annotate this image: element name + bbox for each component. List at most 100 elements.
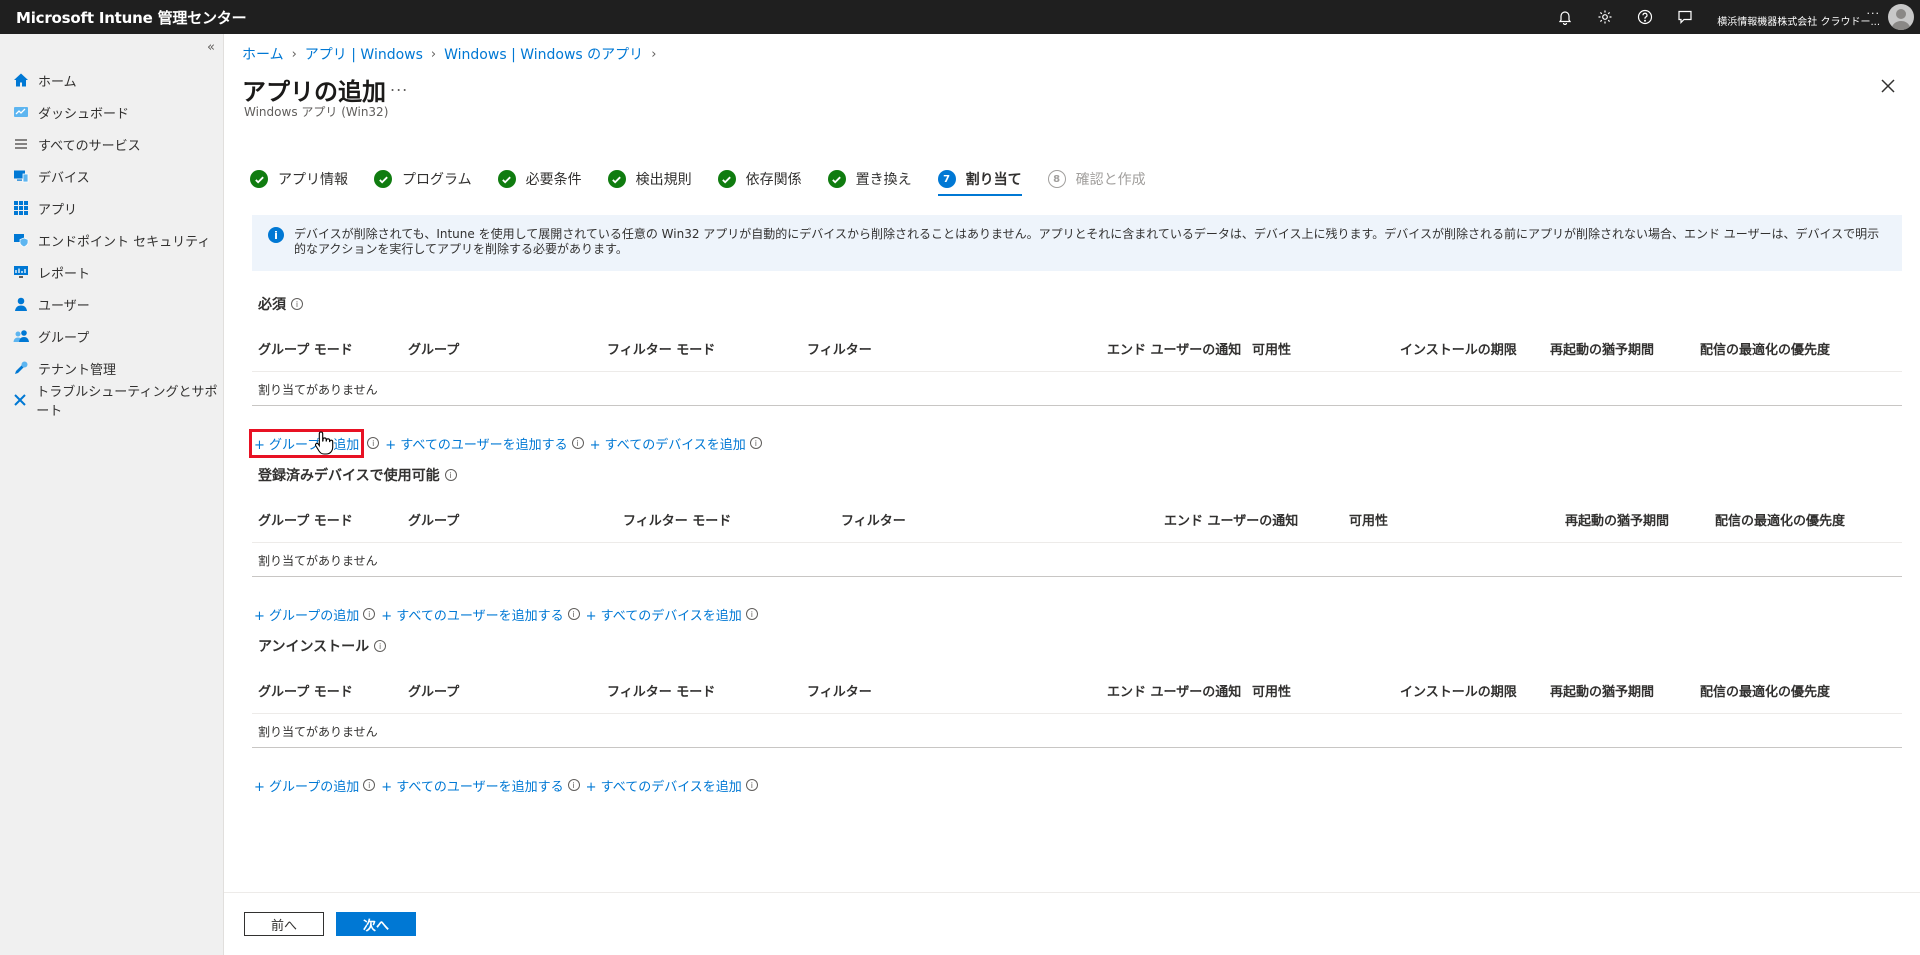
sidebar-item-apps[interactable]: アプリ — [0, 192, 224, 224]
column-header[interactable]: グループ — [408, 681, 459, 700]
add-all-devices-link[interactable]: + すべてのデバイスを追加 — [590, 434, 746, 453]
info-tooltip-icon[interactable]: i — [367, 437, 380, 449]
column-header[interactable]: エンド ユーザーの通知 — [1164, 510, 1298, 529]
column-header[interactable]: インストールの期限 — [1400, 339, 1517, 358]
sidebar-item-users[interactable]: ユーザー — [0, 288, 224, 320]
info-tooltip-icon[interactable]: i — [749, 437, 762, 449]
column-header[interactable]: グループ モード — [258, 339, 353, 358]
next-button[interactable]: 次へ — [336, 912, 416, 936]
sidebar: « ホーム ダッシュボード すべてのサービス デバイス アプリ エンドポイント … — [0, 34, 224, 955]
step-requirements[interactable]: 必要条件 — [497, 164, 582, 194]
avatar[interactable] — [1888, 4, 1914, 30]
step-number: 7 — [937, 170, 956, 188]
device-icon — [12, 167, 30, 185]
info-tooltip-icon[interactable]: i — [567, 779, 580, 791]
step-supersedence[interactable]: 置き換え — [827, 164, 912, 194]
sidebar-item-label: グループ — [38, 330, 90, 346]
column-header[interactable]: 可用性 — [1252, 339, 1291, 358]
column-header[interactable]: 可用性 — [1349, 510, 1388, 529]
tenant-info[interactable]: ... 横浜情報機器株式会社 クラウドー... — [1705, 5, 1888, 29]
column-header[interactable]: グループ — [408, 339, 459, 358]
add-group-link[interactable]: + グループの追加 — [254, 776, 359, 795]
add-all-users-link[interactable]: + すべてのユーザーを追加する — [385, 434, 567, 453]
add-all-devices-link[interactable]: + すべてのデバイスを追加 — [586, 776, 742, 795]
sidebar-item-label: エンドポイント セキュリティ — [38, 234, 211, 250]
add-group-link[interactable]: + グループの追加 — [254, 605, 359, 624]
sidebar-item-devices[interactable]: デバイス — [0, 160, 224, 192]
step-review-create[interactable]: 8 確認と作成 — [1047, 164, 1146, 194]
info-tooltip-icon[interactable]: i — [363, 608, 376, 620]
step-dependencies[interactable]: 依存関係 — [717, 164, 802, 194]
previous-button[interactable]: 前へ — [244, 912, 324, 936]
table-bottom-divider — [252, 747, 1902, 748]
assignment-table: グループ モード グループ フィルター モード フィルター エンド ユーザーの通… — [252, 496, 1902, 592]
sidebar-item-tenant-admin[interactable]: テナント管理 — [0, 352, 224, 384]
add-all-users-link[interactable]: + すべてのユーザーを追加する — [381, 776, 563, 795]
add-all-users-link[interactable]: + すべてのユーザーを追加する — [381, 605, 563, 624]
sidebar-item-reports[interactable]: レポート — [0, 256, 224, 288]
info-tooltip-icon[interactable]: i — [291, 298, 303, 310]
column-header[interactable]: 配信の最適化の優先度 — [1715, 510, 1845, 529]
step-detection-rules[interactable]: 検出規則 — [607, 164, 692, 194]
table-header-divider — [252, 542, 1902, 543]
column-header[interactable]: グループ モード — [258, 510, 353, 529]
column-header[interactable]: フィルター — [807, 339, 872, 358]
sidebar-item-groups[interactable]: グループ — [0, 320, 224, 352]
info-tooltip-icon[interactable]: i — [444, 469, 457, 481]
troubleshooting-icon — [12, 391, 28, 409]
column-header[interactable]: 可用性 — [1252, 681, 1291, 700]
table-header-divider — [252, 713, 1902, 714]
help-question-icon[interactable] — [1625, 0, 1665, 34]
step-program[interactable]: プログラム — [374, 164, 472, 194]
sidebar-item-all-services[interactable]: すべてのサービス — [0, 128, 224, 160]
breadcrumb-windows-apps[interactable]: Windows | Windows のアプリ — [444, 44, 643, 64]
breadcrumb: ホーム › アプリ | Windows › Windows | Windows … — [242, 44, 664, 64]
section-available-enrolled: 登録済みデバイスで使用可能 i グループ モード グループ フィルター モード … — [252, 464, 1902, 626]
sidebar-item-troubleshooting[interactable]: トラブルシューティングとサポート — [0, 384, 224, 419]
column-header[interactable]: フィルター モード — [607, 681, 715, 700]
info-tooltip-icon[interactable]: i — [745, 779, 758, 791]
sidebar-item-home[interactable]: ホーム — [0, 64, 224, 96]
column-header[interactable]: フィルター — [807, 681, 872, 700]
sidebar-item-endpoint-security[interactable]: エンドポイント セキュリティ — [0, 224, 224, 256]
column-header[interactable]: 再起動の猶予期間 — [1550, 339, 1654, 358]
step-app-info[interactable]: アプリ情報 — [250, 164, 348, 194]
column-header[interactable]: 再起動の猶予期間 — [1565, 510, 1669, 529]
sidebar-nav: ホーム ダッシュボード すべてのサービス デバイス アプリ エンドポイント セキ… — [0, 64, 224, 419]
notification-bell-icon[interactable] — [1545, 0, 1585, 34]
column-header[interactable]: エンド ユーザーの通知 — [1107, 681, 1241, 700]
info-tooltip-icon[interactable]: i — [571, 437, 584, 449]
report-icon — [12, 263, 30, 281]
info-tooltip-icon[interactable]: i — [745, 608, 758, 620]
step-label: 確認と作成 — [1075, 172, 1146, 188]
topbar-actions: ... 横浜情報機器株式会社 クラウドー... — [1545, 0, 1920, 34]
app-title[interactable]: Microsoft Intune 管理センター — [0, 7, 247, 28]
info-tooltip-icon[interactable]: i — [374, 640, 387, 652]
column-header[interactable]: エンド ユーザーの通知 — [1107, 339, 1241, 358]
column-header[interactable]: グループ — [408, 510, 459, 529]
column-header[interactable]: フィルター モード — [623, 510, 731, 529]
settings-gear-icon[interactable] — [1585, 0, 1625, 34]
section-title: 必須 i — [252, 293, 1902, 315]
add-all-devices-link[interactable]: + すべてのデバイスを追加 — [586, 605, 742, 624]
column-header[interactable]: 配信の最適化の優先度 — [1700, 681, 1830, 700]
close-icon[interactable] — [1876, 74, 1900, 98]
collapse-sidebar-icon[interactable]: « — [207, 40, 215, 55]
dashboard-icon — [12, 103, 30, 121]
breadcrumb-home[interactable]: ホーム — [242, 44, 284, 64]
breadcrumb-apps-windows[interactable]: アプリ | Windows — [305, 44, 423, 64]
step-assignments[interactable]: 7 割り当て — [937, 164, 1022, 196]
more-options-icon[interactable]: ... — [390, 76, 408, 95]
add-group-link[interactable]: + グループの追加 — [248, 428, 365, 458]
column-header[interactable]: 再起動の猶予期間 — [1550, 681, 1654, 700]
sidebar-item-dashboard[interactable]: ダッシュボード — [0, 96, 224, 128]
step-label: 必要条件 — [525, 172, 582, 188]
column-header[interactable]: フィルター — [841, 510, 906, 529]
info-tooltip-icon[interactable]: i — [363, 779, 376, 791]
column-header[interactable]: 配信の最適化の優先度 — [1700, 339, 1830, 358]
column-header[interactable]: グループ モード — [258, 681, 353, 700]
feedback-icon[interactable] — [1665, 0, 1705, 34]
column-header[interactable]: フィルター モード — [607, 339, 715, 358]
column-header[interactable]: インストールの期限 — [1400, 681, 1517, 700]
info-tooltip-icon[interactable]: i — [567, 608, 580, 620]
